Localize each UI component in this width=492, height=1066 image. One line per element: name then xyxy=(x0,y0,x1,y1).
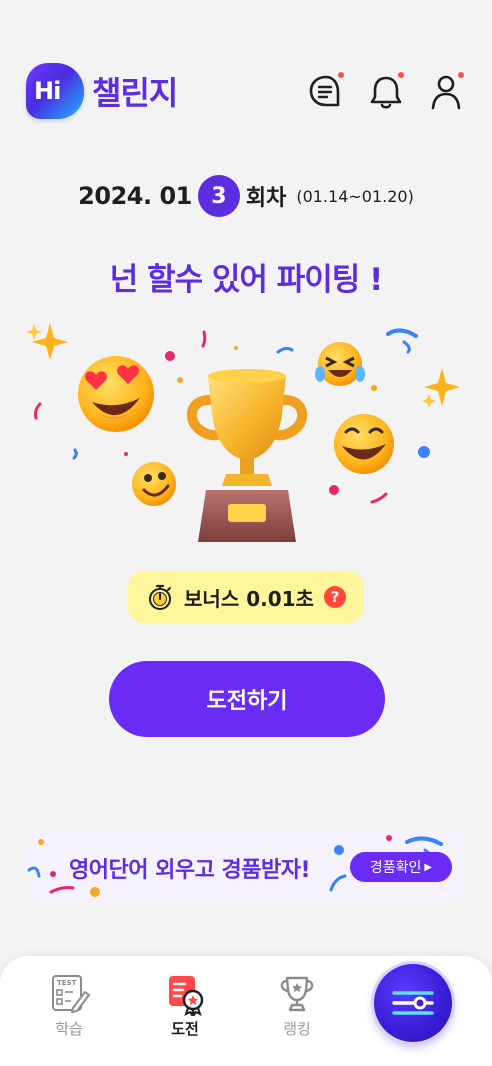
smiling-emoji xyxy=(132,462,176,506)
round-suffix: 회차 xyxy=(245,186,287,211)
sliders-icon xyxy=(392,991,434,1015)
slogan: 넌 할수 있어 파이팅 ! xyxy=(109,262,383,298)
nav-label-ranking: 랭킹 xyxy=(283,1020,311,1038)
stopwatch-icon xyxy=(149,584,172,610)
nav-item-challenge[interactable]: 도전 xyxy=(150,972,220,1039)
nav-label-challenge: 도전 xyxy=(171,1020,199,1038)
trophy-image xyxy=(186,369,308,542)
app-header: Hi 챌린지 xyxy=(26,60,466,120)
logo-text: Hi xyxy=(34,77,61,105)
nav-label-study: 학습 xyxy=(55,1020,83,1038)
promo-text: 영어단어 외우고 경품받자! xyxy=(69,858,311,883)
round-date-range: (01.14~01.20) xyxy=(296,186,414,206)
bonus-text: 보너스 0.01초 xyxy=(184,586,314,611)
menu-fab-button[interactable] xyxy=(374,964,452,1042)
round-number-badge: 3 xyxy=(197,175,240,217)
page-title: 챌린지 xyxy=(92,74,178,112)
profile-icon[interactable] xyxy=(426,72,466,112)
nav-item-ranking[interactable]: 랭킹 xyxy=(262,972,332,1039)
round-year-month: 2024. 01 xyxy=(78,182,192,210)
test-icon: TEST xyxy=(52,975,90,1013)
app-logo[interactable]: Hi xyxy=(26,63,84,119)
heart-eyes-emoji xyxy=(78,356,154,432)
bonus-chip: 보너스 0.01초 ? xyxy=(128,571,364,623)
promo-banner[interactable]: 영어단어 외우고 경품받자! 경품확인 ▶ xyxy=(27,830,465,902)
trophy-icon xyxy=(280,976,314,1012)
bell-icon[interactable] xyxy=(366,72,406,112)
sparkle-icon xyxy=(26,323,68,360)
play-arrow-icon: ▶ xyxy=(424,861,433,873)
bell-notification-dot xyxy=(398,72,404,78)
bottom-navigation: TEST 학습 도전 랭킹 xyxy=(0,956,492,1066)
challenge-button[interactable]: 도전하기 xyxy=(109,661,385,737)
prize-check-label: 경품확인 xyxy=(369,860,422,876)
sparkle-icon xyxy=(422,368,460,408)
challenge-icon xyxy=(169,976,204,1016)
help-icon[interactable]: ? xyxy=(323,586,346,608)
profile-notification-dot xyxy=(458,72,464,78)
round-info: 2024. 01 3 회차 (01.14~01.20) xyxy=(0,175,492,217)
laughing-emoji xyxy=(315,342,365,386)
prize-check-button[interactable]: 경품확인 ▶ xyxy=(350,852,452,882)
grinning-emoji xyxy=(334,414,394,474)
challenge-screen: Hi 챌린지 2024. 01 3 회차 (01.14~01.20) 넌 할수 … xyxy=(0,0,492,1066)
chat-icon[interactable] xyxy=(306,72,346,112)
nav-item-study[interactable]: TEST 학습 xyxy=(34,972,104,1039)
trophy-illustration xyxy=(20,318,472,558)
chat-notification-dot xyxy=(338,72,344,78)
svg-text:TEST: TEST xyxy=(57,979,77,987)
